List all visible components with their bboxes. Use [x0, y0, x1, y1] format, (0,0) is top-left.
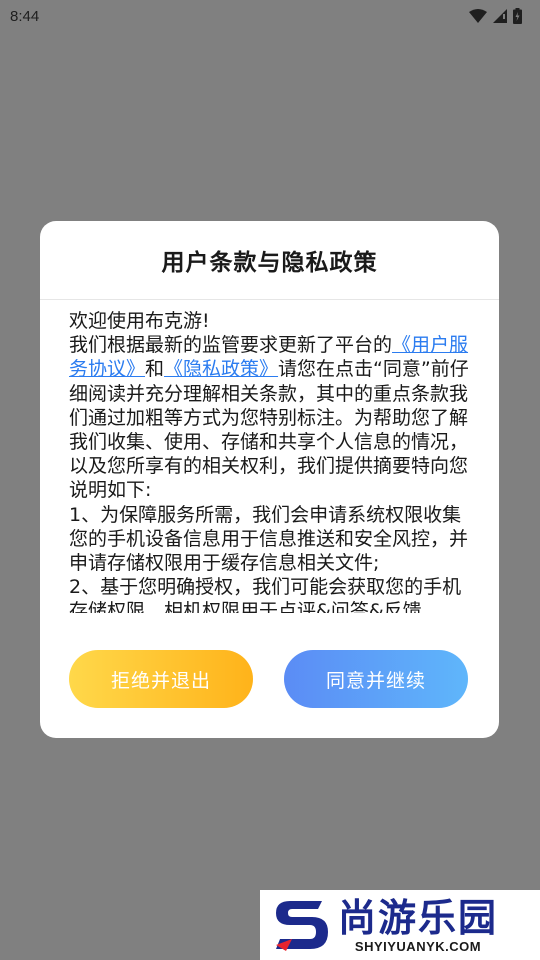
battery-icon: [513, 8, 522, 24]
status-icons: [469, 8, 522, 24]
watermark-text: 尚游乐园 SHYIYUANYK.COM: [338, 896, 498, 954]
terms-dialog: 用户条款与隐私政策 欢迎使用布克游! 我们根据最新的监管要求更新了平台的《用户服…: [40, 221, 499, 738]
dialog-body[interactable]: 欢迎使用布克游! 我们根据最新的监管要求更新了平台的《用户服务协议》和《隐私政策…: [69, 309, 471, 613]
update-text-before: 我们根据最新的监管要求更新了平台的: [69, 334, 393, 357]
update-paragraph: 我们根据最新的监管要求更新了平台的《用户服务协议》和《隐私政策》请您在点击“同意…: [69, 333, 471, 502]
update-text-and: 和: [145, 358, 165, 381]
dialog-title: 用户条款与隐私政策: [161, 250, 378, 276]
permission-item-2: 2、基于您明确授权，我们可能会获取您的手机存储权限、相机权限用于点评&问答&反馈: [69, 576, 462, 613]
watermark-logo-icon: [272, 895, 330, 955]
permission-item-1: 1、为保障服务所需，我们会申请系统权限收集您的手机设备信息用于信息推送和安全风控…: [69, 503, 469, 575]
privacy-policy-link[interactable]: 《隐私政策》: [164, 358, 278, 380]
watermark: 尚游乐园 SHYIYUANYK.COM: [260, 890, 540, 960]
status-time: 8:44: [10, 7, 40, 25]
wifi-icon: [469, 9, 487, 23]
intro-text: 欢迎使用布克游!: [69, 310, 210, 332]
status-bar: 8:44: [0, 0, 540, 32]
reject-exit-button[interactable]: 拒绝并退出: [69, 650, 253, 708]
watermark-cn: 尚游乐园: [338, 896, 499, 940]
screen: 8:44 用户条款与隐私政策 欢迎使用布克游! 我们根据最新的监管要求更新了平台…: [0, 0, 540, 960]
watermark-en: SHYIYUANYK.COM: [354, 939, 482, 954]
agree-continue-button[interactable]: 同意并继续: [284, 650, 468, 708]
signal-icon: [493, 9, 507, 23]
dialog-divider: [40, 299, 499, 300]
